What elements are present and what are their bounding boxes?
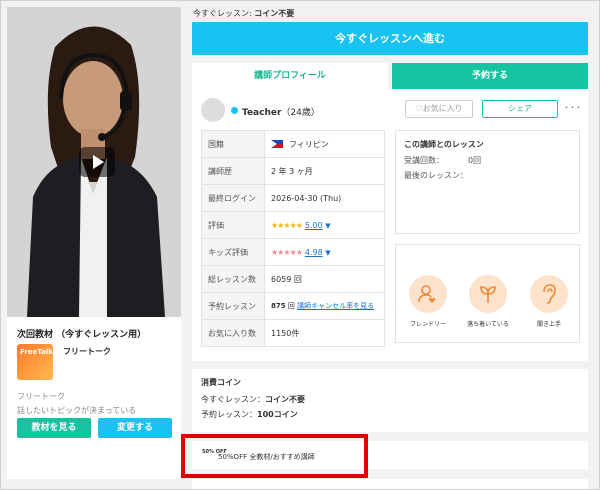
experience-value: 2 年 3 ヶ月 — [264, 157, 385, 185]
caret-down-icon[interactable]: ▼ — [325, 222, 330, 230]
teacher-name-line: Teacher（24歳） — [242, 105, 320, 118]
more-options-icon[interactable]: ･･･ — [564, 99, 582, 114]
last-lesson-row: 最後のレッスン： — [404, 170, 571, 181]
nationality-value: フィリピン — [264, 130, 385, 158]
trait-good-listener: 聞き上手 — [521, 275, 577, 328]
next-section-edge — [192, 479, 588, 489]
reservation-lessons-label: 予約レッスン — [201, 292, 265, 320]
next-material-title: 次回教材 （今すぐレッスン用） — [17, 330, 147, 340]
table-row: キッズ評価 ★★★★★ 4.98 ▼ — [201, 238, 385, 266]
avatar — [201, 98, 225, 122]
left-panel: 次回教材 （今すぐレッスン用） FreeTalk フリートーク フリートーク 話… — [7, 7, 181, 479]
coin-reserve-row: 予約レッスン：100コイン — [201, 409, 579, 420]
next-material-description: 話したいトピックが決まっている — [17, 406, 137, 415]
total-lessons-value: 6059 回 — [264, 265, 385, 293]
tab-book-lesson[interactable]: 予約する — [392, 63, 588, 89]
start-lesson-now-button[interactable]: 今すぐレッスンへ進む — [192, 22, 588, 55]
coin-cost-title: 消費コイン — [201, 378, 241, 387]
lesson-count-label: 受講回数： — [404, 156, 444, 165]
total-lessons-label: 総レッスン数 — [201, 265, 265, 293]
cancel-rate-link[interactable]: 講師キャンセル率を見る — [297, 302, 374, 310]
table-row: 国籍 フィリピン — [201, 130, 385, 158]
last-login-value: 2026-04-30 (Thu) — [264, 184, 385, 212]
good-listener-icon — [530, 275, 568, 313]
kids-rating-label: キッズ評価 — [201, 238, 265, 266]
trait-label: 落ち着いている — [467, 321, 509, 328]
table-row: 最終ログイン 2026-04-30 (Thu) — [201, 184, 385, 212]
favorites-count-value: 1150件 — [264, 319, 385, 347]
coin-cost-card: 消費コイン 今すぐレッスン：コイン不要 予約レッスン：100コイン — [192, 369, 588, 432]
next-material-name: フリートーク — [63, 347, 111, 356]
kids-rating-value: ★★★★★ 4.98 ▼ — [264, 238, 385, 266]
rating-label: 評価 — [201, 211, 265, 239]
table-row: 予約レッスン 875 回 講師キャンセル率を見る — [201, 292, 385, 320]
experience-label: 講師歴 — [201, 157, 265, 185]
philippines-flag-icon — [271, 139, 283, 148]
kids-rating-stars-icon: ★★★★★ — [271, 247, 303, 257]
material-thumbnail: FreeTalk — [17, 344, 53, 380]
material-thumbnail-label: FreeTalk — [20, 348, 53, 356]
teacher-video-thumbnail[interactable] — [7, 7, 181, 317]
heart-icon: ♡ — [415, 104, 423, 113]
reservation-count: 875 — [271, 301, 286, 310]
coin-now-label: 今すぐレッスン： — [201, 395, 265, 404]
reservation-unit: 回 — [287, 301, 295, 310]
nationality-label: 国籍 — [201, 130, 265, 158]
rating-score-link[interactable]: 5.00 — [305, 221, 323, 230]
coin-now-row: 今すぐレッスン：コイン不要 — [201, 394, 579, 405]
teacher-traits-box: フレンドリー 落ち着いている 聞き上手 — [395, 244, 580, 343]
share-button[interactable]: シェア — [482, 100, 558, 118]
favorites-count-label: お気に入り数 — [201, 319, 265, 347]
trait-label: 聞き上手 — [536, 321, 561, 328]
table-row: 総レッスン数 6059 回 — [201, 265, 385, 293]
trait-calm: 落ち着いている — [460, 275, 516, 328]
teacher-age: （24歳） — [281, 108, 320, 118]
trait-label: フレンドリー — [409, 321, 446, 328]
next-material-category: フリートーク — [17, 392, 65, 401]
add-favorite-label: お気に入り — [422, 104, 463, 113]
kids-rating-score-link[interactable]: 4.98 — [305, 248, 323, 257]
last-lesson-label: 最後のレッスン： — [404, 171, 468, 180]
add-favorite-button[interactable]: ♡お気に入り — [405, 100, 473, 118]
rating-stars-icon: ★★★★★ — [271, 220, 303, 230]
teacher-info-table: 国籍 フィリピン 講師歴 2 年 3 ヶ月 最終ログイン 2026-04-30 … — [201, 130, 385, 347]
change-material-button[interactable]: 変更する — [98, 418, 172, 438]
rating-value: ★★★★★ 5.00 ▼ — [264, 211, 385, 239]
table-row: 評価 ★★★★★ 5.00 ▼ — [201, 211, 385, 239]
coin-reserve-label: 予約レッスン： — [201, 410, 257, 419]
tab-teacher-profile[interactable]: 講師プロフィール — [192, 63, 388, 89]
now-lesson-cost: 今すぐレッスン: コイン不要 — [193, 8, 294, 19]
now-lesson-value: コイン不要 — [254, 9, 295, 18]
view-material-button[interactable]: 教材を見る — [17, 418, 91, 438]
lesson-count-value: 0回 — [468, 156, 482, 165]
reservation-lessons-value: 875 回 講師キャンセル率を見る — [264, 292, 385, 320]
calm-icon — [469, 275, 507, 313]
page-frame: 次回教材 （今すぐレッスン用） FreeTalk フリートーク フリートーク 話… — [0, 0, 600, 490]
now-lesson-label: 今すぐレッスン: — [193, 9, 252, 18]
table-row: お気に入り数 1150件 — [201, 319, 385, 347]
coin-reserve-value: 100コイン — [257, 410, 298, 419]
table-row: 講師歴 2 年 3 ヶ月 — [201, 157, 385, 185]
profile-card: Teacher（24歳） ♡お気に入り シェア ･･･ 国籍 フィリピン 講師歴… — [192, 89, 588, 361]
trait-friendly: フレンドリー — [400, 275, 456, 328]
caret-down-icon[interactable]: ▼ — [325, 249, 330, 257]
online-status-icon — [231, 107, 238, 114]
friendly-icon — [409, 275, 447, 313]
coin-now-value: コイン不要 — [265, 395, 305, 404]
lesson-history-box: この講師とのレッスン 受講回数： 0回 最後のレッスン： — [395, 130, 580, 234]
highlight-box — [181, 434, 368, 478]
last-login-label: 最終ログイン — [201, 184, 265, 212]
lesson-history-title: この講師とのレッスン — [404, 140, 484, 149]
lesson-count-row: 受講回数： 0回 — [404, 155, 571, 166]
teacher-name: Teacher — [242, 108, 282, 118]
play-icon[interactable] — [79, 147, 115, 177]
nationality-text: フィリピン — [289, 139, 329, 149]
